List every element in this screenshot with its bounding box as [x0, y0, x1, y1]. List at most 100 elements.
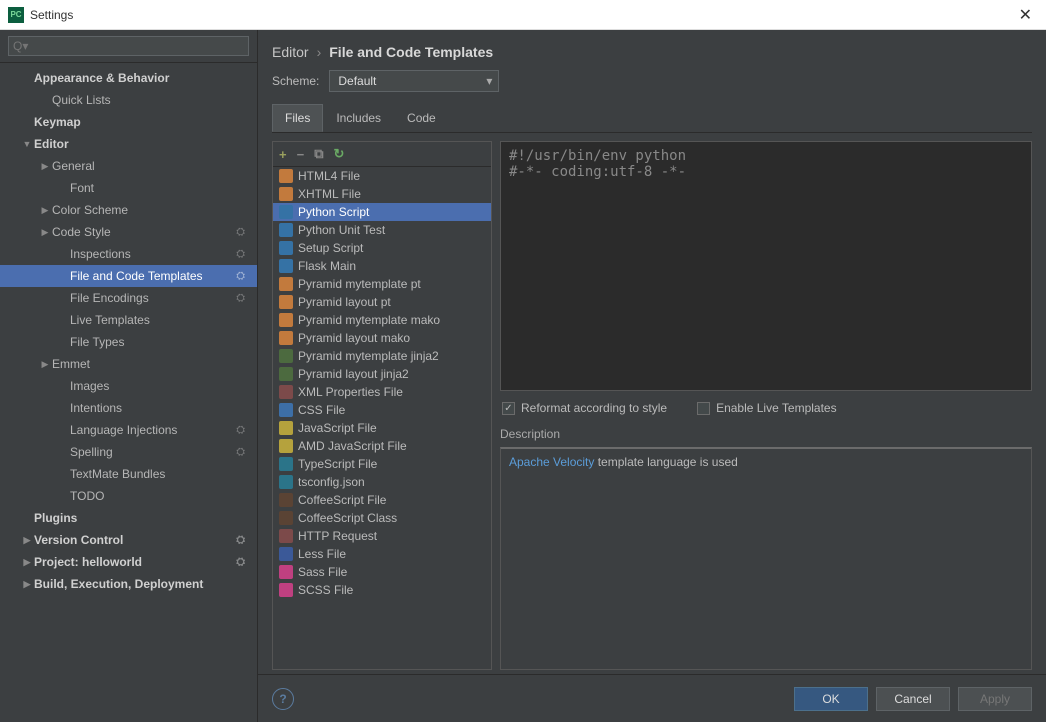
app-icon: PC: [8, 7, 24, 23]
template-item[interactable]: Sass File: [273, 563, 491, 581]
tree-item[interactable]: Live Templates: [0, 309, 257, 331]
template-item[interactable]: SCSS File: [273, 581, 491, 599]
template-item[interactable]: AMD JavaScript File: [273, 437, 491, 455]
tree-item[interactable]: Appearance & Behavior: [0, 67, 257, 89]
template-item[interactable]: Pyramid mytemplate mako: [273, 311, 491, 329]
tab-files[interactable]: Files: [272, 104, 323, 132]
add-icon[interactable]: +: [279, 147, 287, 162]
tree-item[interactable]: Keymap: [0, 111, 257, 133]
tree-item-label: Editor: [34, 137, 69, 151]
scheme-select[interactable]: Default: [329, 70, 499, 92]
apache-velocity-link[interactable]: Apache Velocity: [509, 455, 594, 469]
tree-item[interactable]: Inspections⛭: [0, 243, 257, 265]
template-item[interactable]: Python Unit Test: [273, 221, 491, 239]
settings-tree[interactable]: Appearance & BehaviorQuick ListsKeymap▼E…: [0, 63, 257, 722]
filetype-icon: [279, 583, 293, 597]
gear-icon: ⛭: [236, 556, 249, 569]
expand-arrow-icon: ▼: [20, 139, 34, 149]
tree-item-label: File Encodings: [70, 291, 149, 305]
template-item[interactable]: XML Properties File: [273, 383, 491, 401]
tree-item[interactable]: TextMate Bundles: [0, 463, 257, 485]
template-label: CSS File: [298, 403, 345, 417]
filetype-icon: [279, 313, 293, 327]
live-templates-checkbox[interactable]: Enable Live Templates: [697, 401, 837, 415]
template-list[interactable]: HTML4 File XHTML File Python Script Python …: [273, 167, 491, 669]
remove-icon[interactable]: −: [297, 147, 305, 162]
tree-item[interactable]: Intentions: [0, 397, 257, 419]
tree-item-label: Code Style: [52, 225, 111, 239]
tree-item[interactable]: ▶Emmet: [0, 353, 257, 375]
template-label: HTML4 File: [298, 169, 360, 183]
template-label: Python Script: [298, 205, 369, 219]
tree-item[interactable]: File and Code Templates⛭: [0, 265, 257, 287]
template-item[interactable]: CoffeeScript Class: [273, 509, 491, 527]
template-label: Pyramid layout jinja2: [298, 367, 409, 381]
checkbox-icon: [697, 402, 710, 415]
tree-item[interactable]: ▶Build, Execution, Deployment: [0, 573, 257, 595]
description-area: Apache Velocity template language is use…: [500, 447, 1032, 670]
template-label: Flask Main: [298, 259, 356, 273]
filetype-icon: [279, 223, 293, 237]
template-item[interactable]: Pyramid mytemplate jinja2: [273, 347, 491, 365]
template-item[interactable]: Flask Main: [273, 257, 491, 275]
tree-item[interactable]: Font: [0, 177, 257, 199]
live-templates-label: Enable Live Templates: [716, 401, 837, 415]
template-label: Pyramid mytemplate jinja2: [298, 349, 439, 363]
cancel-button[interactable]: Cancel: [876, 687, 950, 711]
search-input[interactable]: [8, 36, 249, 56]
tree-item[interactable]: ▶Code Style⛭: [0, 221, 257, 243]
expand-arrow-icon: ▶: [38, 161, 52, 172]
titlebar: PC Settings ✕: [0, 0, 1046, 30]
template-item[interactable]: Pyramid layout pt: [273, 293, 491, 311]
copy-icon[interactable]: ⧉: [314, 146, 323, 162]
template-item[interactable]: Pyramid layout mako: [273, 329, 491, 347]
tree-item-label: Language Injections: [70, 423, 177, 437]
template-item[interactable]: Pyramid mytemplate pt: [273, 275, 491, 293]
tree-item[interactable]: ▶Color Scheme: [0, 199, 257, 221]
template-item[interactable]: CoffeeScript File: [273, 491, 491, 509]
tab-code[interactable]: Code: [394, 104, 449, 132]
tree-item[interactable]: Plugins: [0, 507, 257, 529]
tree-item[interactable]: File Encodings⛭: [0, 287, 257, 309]
filetype-icon: [279, 403, 293, 417]
template-item[interactable]: TypeScript File: [273, 455, 491, 473]
template-item[interactable]: Less File: [273, 545, 491, 563]
tab-includes[interactable]: Includes: [323, 104, 394, 132]
gear-icon: ⛭: [236, 446, 249, 459]
template-label: Pyramid layout pt: [298, 295, 391, 309]
template-item[interactable]: HTML4 File: [273, 167, 491, 185]
template-label: Python Unit Test: [298, 223, 385, 237]
tree-item[interactable]: ▶Version Control⛭: [0, 529, 257, 551]
tree-item[interactable]: Language Injections ⛭: [0, 419, 257, 441]
template-item[interactable]: JavaScript File: [273, 419, 491, 437]
tree-item[interactable]: Spelling⛭: [0, 441, 257, 463]
template-item[interactable]: Pyramid layout jinja2: [273, 365, 491, 383]
tree-item[interactable]: File Types: [0, 331, 257, 353]
filetype-icon: [279, 259, 293, 273]
template-item[interactable]: Setup Script: [273, 239, 491, 257]
template-item[interactable]: tsconfig.json: [273, 473, 491, 491]
template-item[interactable]: CSS File: [273, 401, 491, 419]
ok-button[interactable]: OK: [794, 687, 868, 711]
tree-item[interactable]: ▼Editor: [0, 133, 257, 155]
tree-item[interactable]: ▶General: [0, 155, 257, 177]
description-tail: template language is used: [594, 455, 737, 469]
template-item[interactable]: Python Script: [273, 203, 491, 221]
chevron-right-icon: ›: [317, 44, 322, 60]
close-icon[interactable]: ✕: [1013, 5, 1038, 25]
filetype-icon: [279, 349, 293, 363]
template-item[interactable]: HTTP Request: [273, 527, 491, 545]
template-code-editor[interactable]: #!/usr/bin/env python #-*- coding:utf-8 …: [500, 141, 1032, 391]
reformat-checkbox[interactable]: ✓ Reformat according to style: [502, 401, 667, 415]
tree-item[interactable]: Quick Lists: [0, 89, 257, 111]
help-button[interactable]: ?: [272, 688, 294, 710]
tree-item[interactable]: TODO: [0, 485, 257, 507]
description-label: Description: [500, 425, 1032, 443]
tree-item[interactable]: ▶Project: helloworld⛭: [0, 551, 257, 573]
gear-icon: ⛭: [236, 424, 249, 437]
apply-button[interactable]: Apply: [958, 687, 1032, 711]
tree-item[interactable]: Images: [0, 375, 257, 397]
template-item[interactable]: XHTML File: [273, 185, 491, 203]
template-label: CoffeeScript Class: [298, 511, 397, 525]
refresh-icon[interactable]: ↻: [333, 146, 344, 162]
